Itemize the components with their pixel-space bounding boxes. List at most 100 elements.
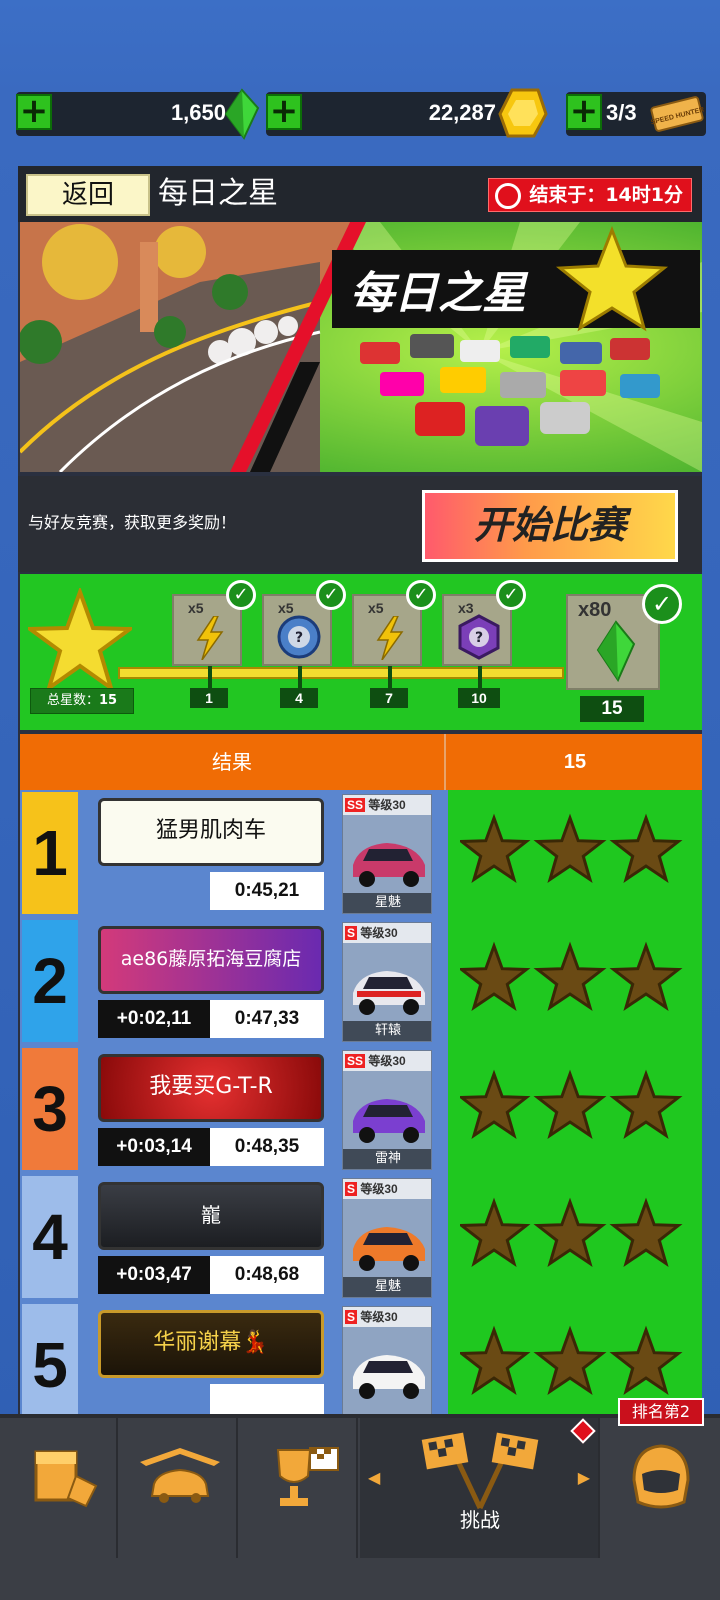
chevron-right-icon: ▶ bbox=[577, 1468, 590, 1487]
star-rating bbox=[460, 1069, 683, 1140]
car-image bbox=[353, 1227, 425, 1271]
race-time: 0:48,35 bbox=[210, 1128, 324, 1166]
car-name: 轩辕 bbox=[343, 1021, 431, 1041]
back-button[interactable]: 返回 bbox=[26, 174, 150, 216]
race-time: 0:48,68 bbox=[210, 1256, 324, 1294]
car-card[interactable]: SS 等级30 雷神 bbox=[342, 1050, 432, 1170]
star-empty-icon bbox=[460, 1325, 531, 1396]
invite-text: 与好友竞赛，获取更多奖励！ bbox=[28, 513, 237, 532]
add-tickets-button[interactable]: + bbox=[566, 94, 602, 130]
svg-text:?: ? bbox=[295, 630, 303, 646]
speed-hunter-ticket-icon: SPEED HUNTER bbox=[650, 96, 704, 132]
gem-value: 1,650 bbox=[170, 100, 226, 125]
milestone-4: 4 bbox=[280, 688, 318, 708]
star-empty-icon bbox=[609, 813, 683, 884]
car-card[interactable]: SS 等级30 星魅 bbox=[342, 794, 432, 914]
car-image bbox=[353, 1355, 425, 1399]
star-empty-icon bbox=[460, 1069, 531, 1140]
milestone-15: 15 bbox=[580, 696, 644, 722]
star-empty-icon bbox=[533, 941, 607, 1012]
leaderboard: 1 猛男肌肉车 0:45,21 SS 等级30 星魅 2 ae86藤原拓海豆腐店… bbox=[20, 790, 702, 1416]
ticket-counter: + 3/3 SPEED HUNTER bbox=[566, 92, 706, 136]
timer-badge: 结束于：14时1分 bbox=[488, 178, 692, 212]
chevron-left-icon: ◀ bbox=[368, 1468, 381, 1487]
lightning-icon bbox=[376, 616, 404, 660]
start-race-button[interactable]: 开始比赛 bbox=[422, 490, 678, 562]
shop-icon bbox=[34, 1450, 98, 1508]
nav-garage[interactable] bbox=[120, 1418, 238, 1558]
nav-shop[interactable] bbox=[0, 1418, 118, 1558]
race-time: 0:47,33 bbox=[210, 1000, 324, 1038]
lightning-icon bbox=[196, 616, 224, 660]
page-title: 每日之星 bbox=[158, 176, 278, 211]
rank-number: 2 bbox=[22, 920, 78, 1042]
star-empty-icon bbox=[533, 813, 607, 884]
add-gems-button[interactable]: + bbox=[16, 94, 52, 130]
notification-dot bbox=[570, 1418, 596, 1444]
car-image bbox=[353, 971, 425, 1015]
star-empty-icon bbox=[533, 1325, 607, 1396]
tab-results[interactable]: 结果 bbox=[20, 734, 446, 790]
green-gem-icon bbox=[224, 88, 260, 140]
checkered-flags-icon bbox=[421, 1432, 539, 1510]
player-name-plate: 巃 bbox=[98, 1182, 324, 1250]
claimed-check-icon: ✓ bbox=[316, 580, 346, 610]
star-empty-icon bbox=[609, 1325, 683, 1396]
claimed-check-icon: ✓ bbox=[496, 580, 526, 610]
bottom-nav: ◀ ▶ 挑战 排名第2 bbox=[0, 1398, 720, 1600]
car-class: SS 等级30 bbox=[343, 1051, 431, 1071]
car-name: 雷神 bbox=[343, 1149, 431, 1169]
star-empty-icon bbox=[460, 941, 531, 1012]
car-name: 星魅 bbox=[343, 1277, 431, 1297]
nav-challenge-label: 挑战 bbox=[460, 1508, 500, 1532]
star-empty-icon bbox=[609, 1069, 683, 1140]
car-class: SS 等级30 bbox=[343, 795, 431, 815]
claimed-check-icon: ✓ bbox=[226, 580, 256, 610]
race-time: 0:45,21 bbox=[210, 872, 324, 910]
tab-score[interactable]: 15 bbox=[448, 734, 702, 790]
star-rating bbox=[460, 1325, 683, 1396]
add-coins-button[interactable]: + bbox=[266, 94, 302, 130]
car-image bbox=[353, 843, 425, 887]
star-empty-icon bbox=[533, 1197, 607, 1268]
car-image bbox=[353, 1099, 425, 1143]
timer-label: 结束于： bbox=[529, 184, 606, 206]
race-time bbox=[210, 1384, 324, 1416]
car-class: S 等级30 bbox=[343, 1307, 431, 1327]
banner-title: 每日之星 bbox=[350, 268, 529, 319]
milestone-1: 1 bbox=[190, 688, 228, 708]
trophy-icon bbox=[276, 1447, 339, 1506]
nav-challenge[interactable]: ◀ ▶ 挑战 bbox=[360, 1418, 600, 1558]
car-class: S 等级30 bbox=[343, 923, 431, 943]
panel-header: 返回 每日之星 结束于：14时1分 bbox=[18, 166, 702, 222]
car-card[interactable]: S 等级30 轩辕 bbox=[342, 922, 432, 1042]
timer-value: 14时1分 bbox=[605, 184, 683, 206]
mystery-purple-icon: ? bbox=[458, 614, 500, 660]
event-banner: 每日之星 bbox=[20, 222, 702, 472]
star-empty-icon bbox=[460, 813, 531, 884]
mystery-blue-icon: ? bbox=[277, 615, 321, 659]
time-gap: +0:03,14 bbox=[98, 1128, 210, 1166]
star-empty-icon bbox=[533, 1069, 607, 1140]
car-name: 星魅 bbox=[343, 893, 431, 913]
car-card[interactable]: S 等级30 星魅 bbox=[342, 1178, 432, 1298]
clock-icon bbox=[495, 183, 522, 209]
nav-cups[interactable] bbox=[240, 1418, 358, 1558]
car-card[interactable]: S 等级30 bbox=[342, 1306, 432, 1416]
claimed-check-icon: ✓ bbox=[406, 580, 436, 610]
player-name-plate: 华丽谢幕💃 bbox=[98, 1310, 324, 1378]
results-tab-row: 结果 15 bbox=[20, 734, 702, 790]
nav-profile[interactable]: 排名第2 bbox=[602, 1398, 720, 1558]
coin-value: 22,287 bbox=[428, 100, 496, 125]
rank-number: 5 bbox=[22, 1304, 78, 1416]
rank-number: 3 bbox=[22, 1048, 78, 1170]
svg-text:?: ? bbox=[475, 630, 483, 646]
player-name-plate: ae86藤原拓海豆腐店 bbox=[98, 926, 324, 994]
big-star-icon bbox=[28, 588, 132, 692]
rank-number: 4 bbox=[22, 1176, 78, 1298]
star-empty-icon bbox=[609, 1197, 683, 1268]
total-stars: 总星数：15 bbox=[30, 688, 134, 714]
rank-badge: 排名第2 bbox=[618, 1398, 704, 1426]
star-rating bbox=[460, 941, 683, 1012]
time-gap: +0:02,11 bbox=[98, 1000, 210, 1038]
